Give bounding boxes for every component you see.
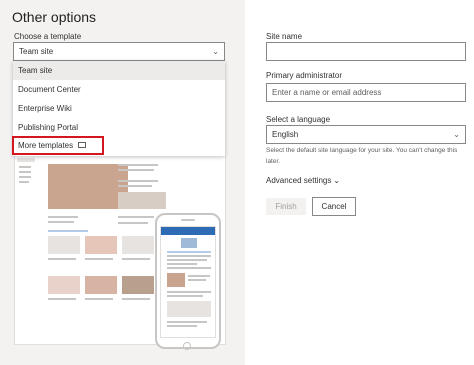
- language-description: Select the default site language for you…: [266, 147, 458, 165]
- language-select-value: English: [272, 130, 299, 139]
- chevron-down-icon: ⌄: [333, 176, 341, 185]
- template-option-enterprise-wiki[interactable]: Enterprise Wiki: [13, 99, 225, 118]
- panel-heading: Other options: [12, 9, 97, 25]
- site-name-input[interactable]: [266, 42, 466, 61]
- more-templates-highlight: [12, 136, 104, 155]
- phone-preview: [155, 213, 221, 350]
- admin-input[interactable]: Enter a name or email address: [266, 83, 466, 102]
- phone-header: [161, 227, 215, 235]
- language-label: Select a language: [266, 115, 331, 124]
- chevron-down-icon: ⌄: [453, 130, 460, 139]
- finish-button[interactable]: Finish: [266, 198, 306, 215]
- template-option-publishing-portal[interactable]: Publishing Portal: [13, 118, 225, 137]
- phone-screen: [160, 226, 216, 338]
- admin-label: Primary administrator: [266, 71, 343, 80]
- template-select-value: Team site: [19, 47, 54, 56]
- template-label: Choose a template: [14, 32, 82, 41]
- cancel-button[interactable]: Cancel: [312, 197, 356, 216]
- phone-home-button: [183, 342, 191, 350]
- advanced-settings-toggle[interactable]: Advanced settings ⌄: [266, 176, 340, 185]
- template-option-document-center[interactable]: Document Center: [13, 80, 225, 99]
- template-option-team-site[interactable]: Team site: [13, 61, 225, 80]
- site-name-label: Site name: [266, 32, 303, 41]
- advanced-settings-label: Advanced settings: [266, 176, 332, 185]
- chevron-down-icon: ⌄: [212, 47, 219, 56]
- language-select[interactable]: English ⌄: [266, 125, 466, 144]
- template-select[interactable]: Team site ⌄: [13, 42, 225, 61]
- template-panel: Other options Choose a template Team sit…: [0, 0, 245, 365]
- phone-speaker: [181, 219, 195, 221]
